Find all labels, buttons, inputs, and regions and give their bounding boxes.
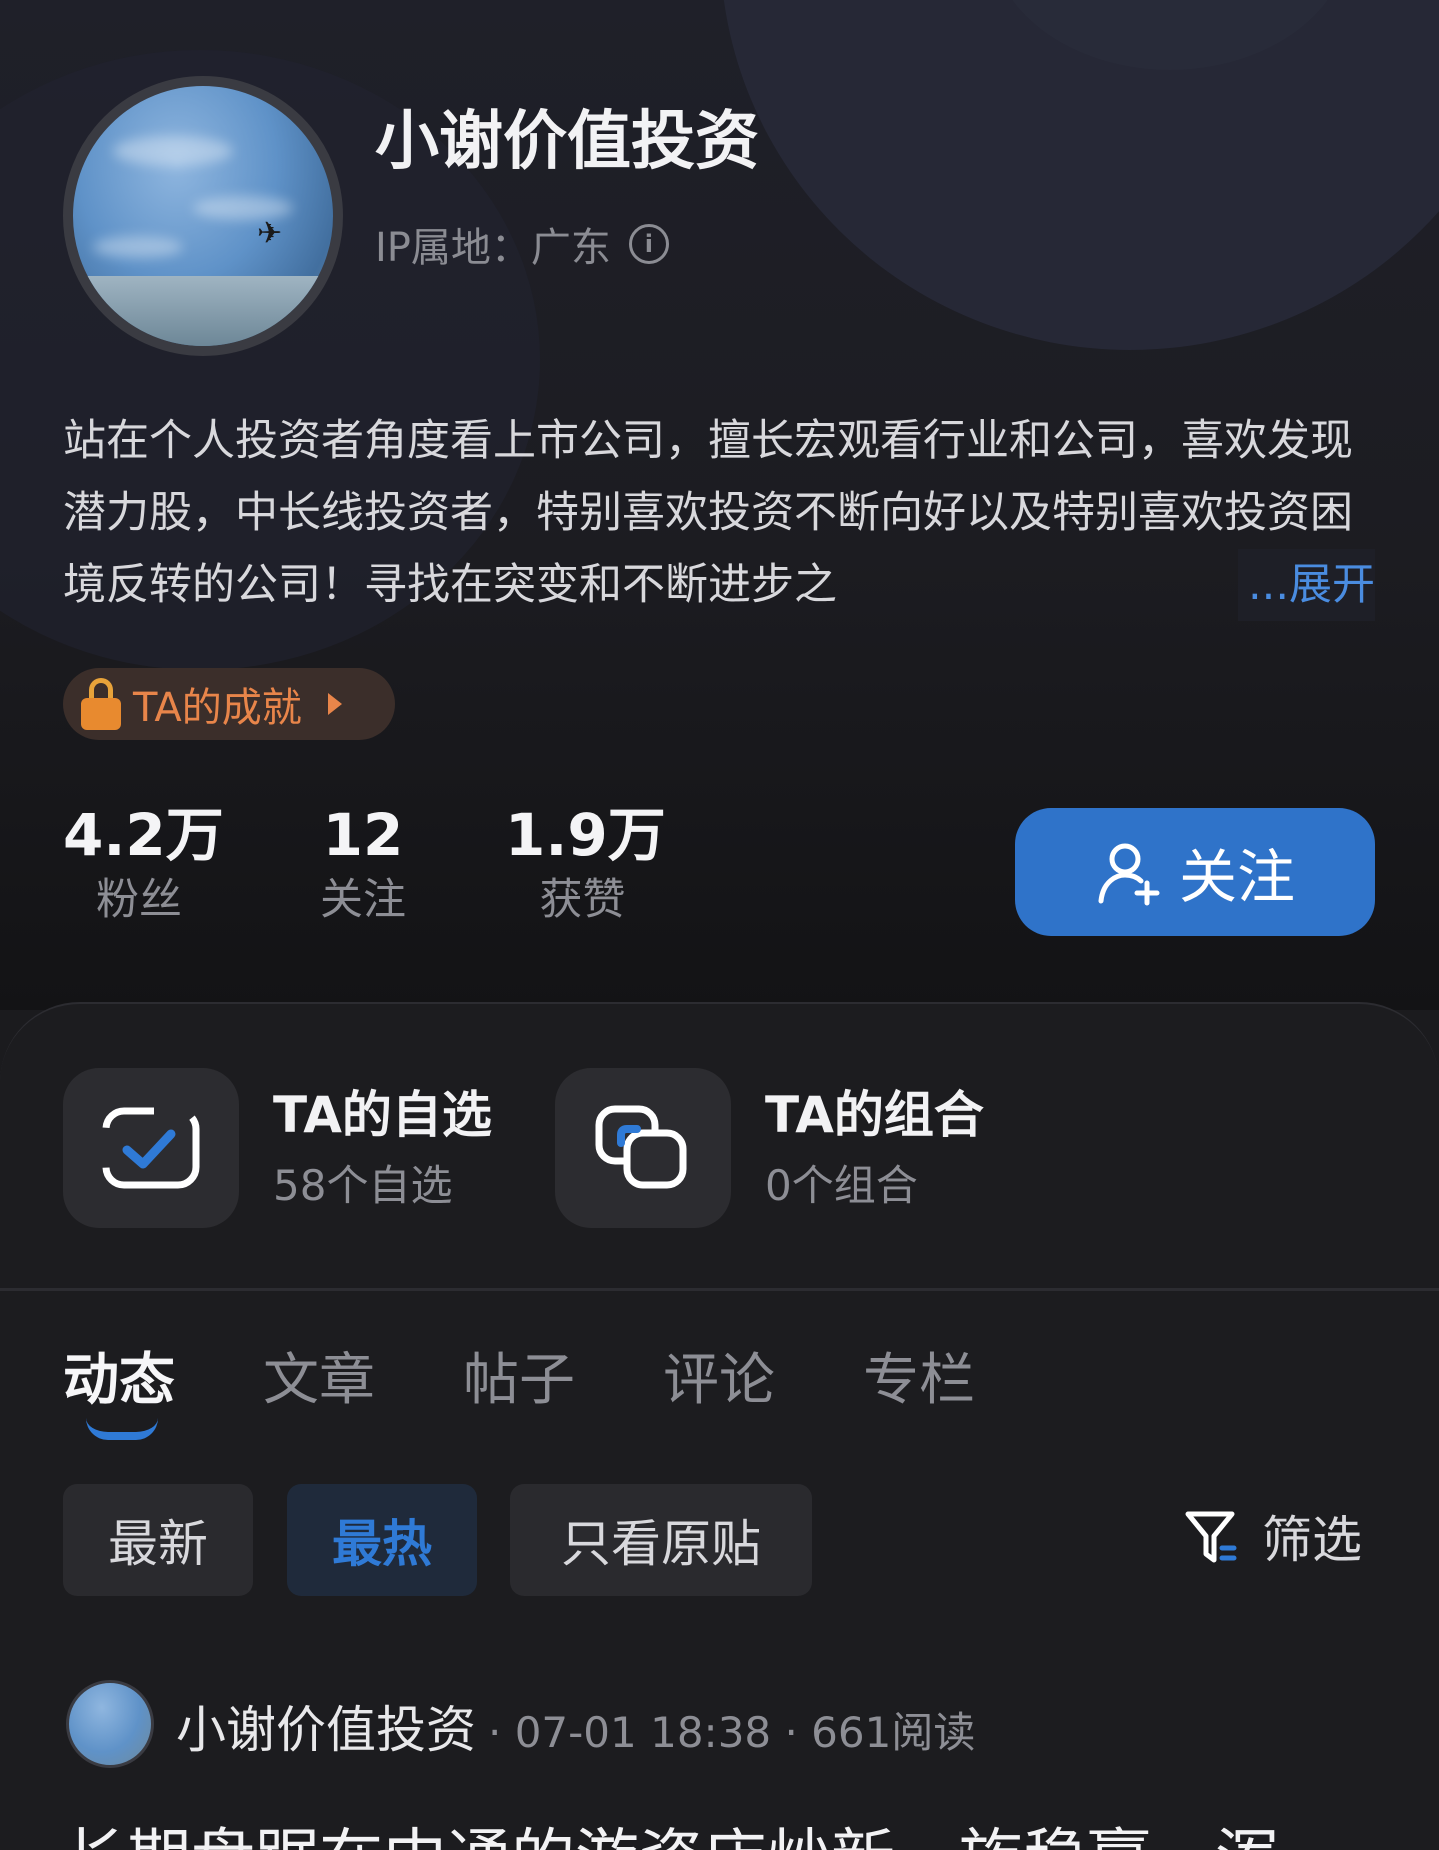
profile-bio: 站在个人投资者角度看上市公司，擅长宏观看行业和公司，喜欢发现潜力股，中长线投资者… xyxy=(63,405,1375,621)
stat-following[interactable]: 12 关注 xyxy=(302,800,424,930)
ip-location-row: IP属地：广东 i xyxy=(375,215,669,273)
profile-avatar[interactable]: ✈ xyxy=(63,76,343,356)
lock-icon xyxy=(81,678,121,730)
stat-value: 1.9万 xyxy=(505,801,666,869)
stat-followers[interactable]: 4.2万 粉丝 xyxy=(63,800,224,930)
play-arrow-icon xyxy=(327,693,342,715)
bio-expand-link[interactable]: ...展开 xyxy=(1237,549,1375,621)
stat-label: 关注 xyxy=(320,875,406,925)
portfolio-count: 0个组合 xyxy=(765,1161,918,1210)
chip-hottest[interactable]: 最热 xyxy=(287,1484,477,1596)
tab-dynamics[interactable]: 动态 xyxy=(63,1335,175,1416)
achievement-label: TA的成就 xyxy=(133,685,302,731)
filter-icon xyxy=(1185,1511,1237,1563)
tab-comments[interactable]: 评论 xyxy=(663,1335,775,1416)
active-tab-indicator xyxy=(86,1418,158,1440)
stat-likes[interactable]: 1.9万 获赞 xyxy=(505,800,666,930)
portfolio-card[interactable]: TA的组合 0个组合 xyxy=(555,1068,984,1228)
avatar-cloud xyxy=(93,236,183,258)
decor-circle xyxy=(720,0,1439,350)
follow-button[interactable]: 关注 xyxy=(1015,808,1375,936)
bird-icon: ✈ xyxy=(257,216,283,251)
post-title[interactable]: 长期盘踞在中通的游资店炒新一族稳赢，浑 xyxy=(63,1808,1279,1850)
avatar-cloud xyxy=(113,136,233,166)
tab-columns[interactable]: 专栏 xyxy=(863,1335,975,1416)
chip-latest[interactable]: 最新 xyxy=(63,1484,253,1596)
post-info: · 07-01 18:38 · 661阅读 xyxy=(488,1708,976,1757)
bio-text: 站在个人投资者角度看上市公司，擅长宏观看行业和公司，喜欢发现潜力股，中长线投资者… xyxy=(63,416,1353,610)
watchlist-card[interactable]: TA的自选 58个自选 xyxy=(63,1068,492,1228)
ip-location: IP属地：广东 xyxy=(375,225,611,271)
stat-label: 粉丝 xyxy=(96,875,182,925)
watchlist-title: TA的自选 xyxy=(273,1086,492,1144)
stat-label: 获赞 xyxy=(539,875,626,925)
achievement-button[interactable]: TA的成就 xyxy=(63,668,395,740)
stat-value: 12 xyxy=(322,801,404,869)
watchlist-count: 58个自选 xyxy=(273,1161,453,1210)
portfolio-icon xyxy=(555,1068,731,1228)
follow-label: 关注 xyxy=(1178,843,1295,911)
post-author-avatar[interactable] xyxy=(66,1680,154,1768)
tab-posts[interactable]: 帖子 xyxy=(463,1335,575,1416)
stat-value: 4.2万 xyxy=(63,801,224,869)
filter-label: 筛选 xyxy=(1262,1511,1362,1569)
info-icon[interactable]: i xyxy=(628,224,669,264)
post-meta: 小谢价值投资 · 07-01 18:38 · 661阅读 xyxy=(176,1690,975,1762)
tab-articles[interactable]: 文章 xyxy=(263,1335,375,1416)
filter-button[interactable]: 筛选 xyxy=(1182,1500,1362,1572)
avatar-sea xyxy=(73,276,333,346)
chip-original-only[interactable]: 只看原贴 xyxy=(510,1484,812,1596)
watchlist-icon xyxy=(63,1068,239,1228)
divider xyxy=(0,1288,1439,1291)
profile-name: 小谢价值投资 xyxy=(375,105,759,179)
portfolio-title: TA的组合 xyxy=(765,1086,984,1144)
add-user-icon xyxy=(1098,843,1160,906)
post-author[interactable]: 小谢价值投资 xyxy=(176,1690,476,1762)
